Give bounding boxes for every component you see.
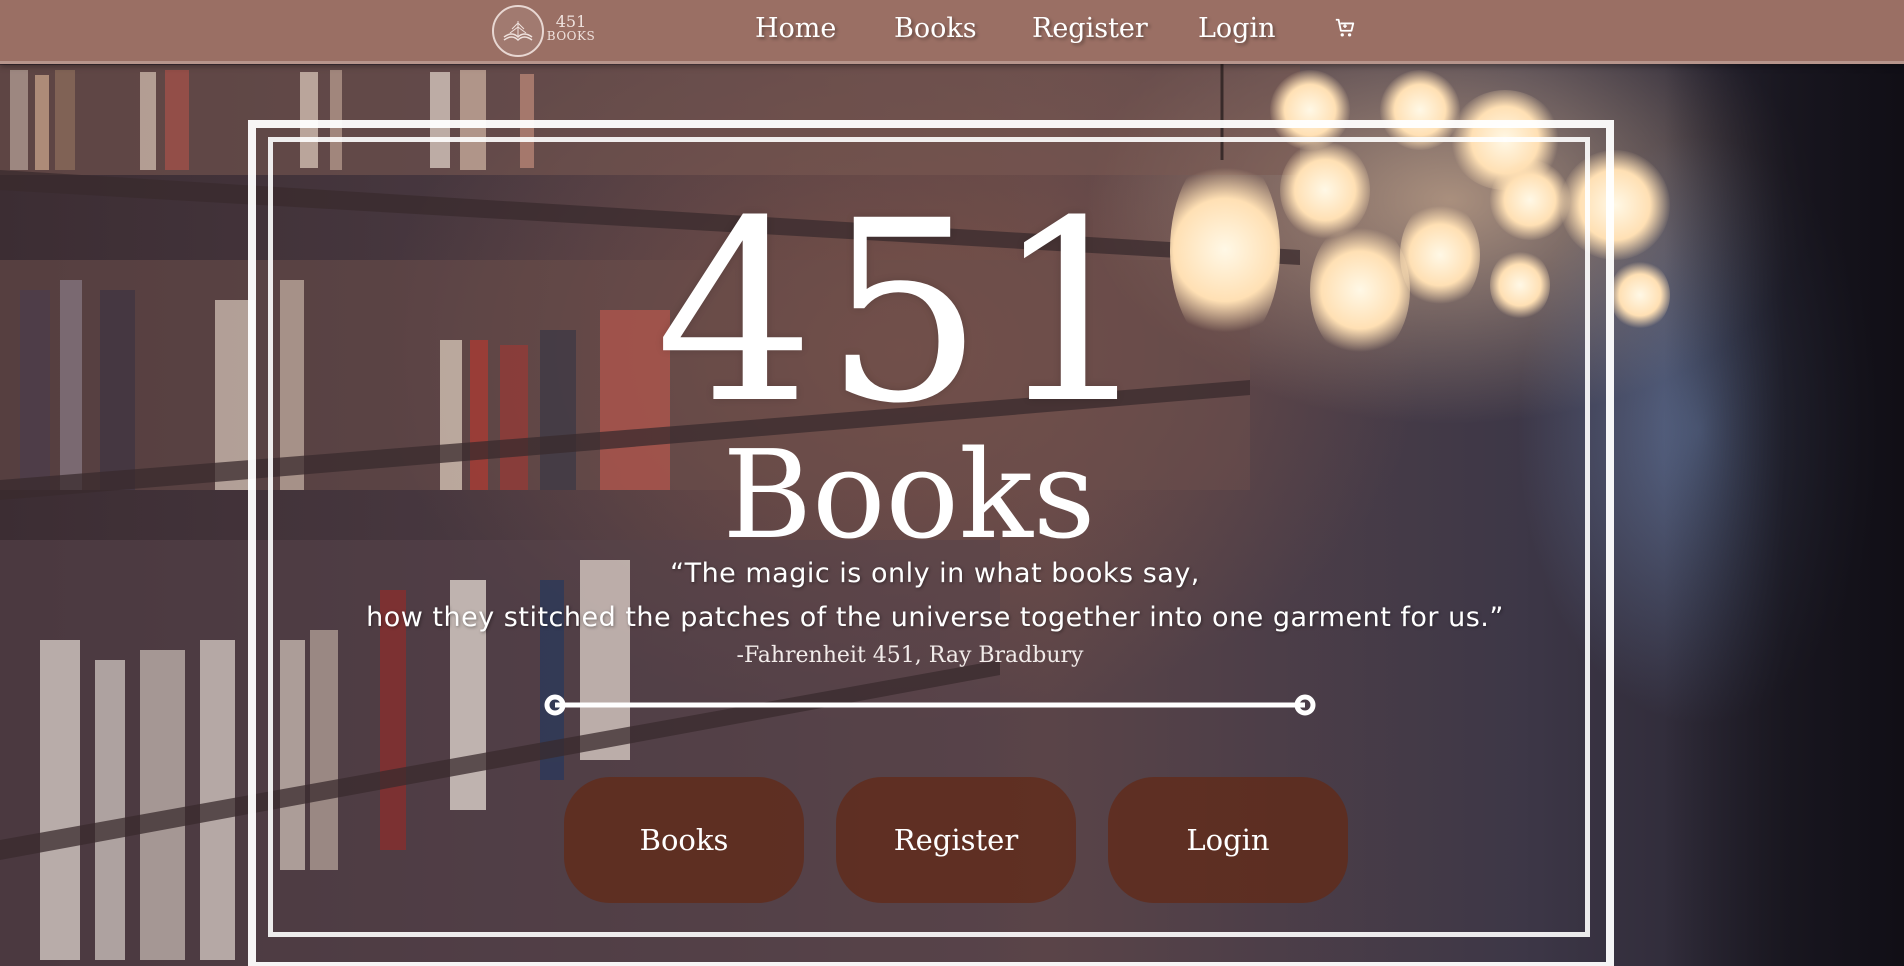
quote-line-1: “The magic is only in what books say,: [670, 558, 1200, 589]
quote-attribution: -Fahrenheit 451, Ray Bradbury: [736, 643, 1084, 668]
site-logo[interactable]: 451 BOOKS: [492, 5, 596, 59]
nav-register[interactable]: Register: [1032, 13, 1148, 44]
nav-home[interactable]: Home: [755, 13, 836, 44]
books-button[interactable]: Books: [564, 777, 804, 903]
open-book-logo-icon: [492, 5, 544, 57]
logo-word: BOOKS: [546, 29, 596, 43]
quote-line-2: how they stitched the patches of the uni…: [366, 602, 1504, 633]
top-navbar: 451 BOOKS Home Books Register Login: [0, 0, 1904, 64]
hero-title-word: Books: [722, 424, 1096, 566]
logo-text: 451 BOOKS: [546, 14, 596, 44]
nav-login[interactable]: Login: [1198, 13, 1276, 44]
login-button[interactable]: Login: [1108, 777, 1348, 903]
hero-title-number: 451: [655, 167, 1163, 458]
register-button[interactable]: Register: [836, 777, 1076, 903]
decorative-divider: [544, 694, 1316, 716]
cart-icon[interactable]: [1334, 17, 1356, 39]
nav-books[interactable]: Books: [894, 13, 977, 44]
